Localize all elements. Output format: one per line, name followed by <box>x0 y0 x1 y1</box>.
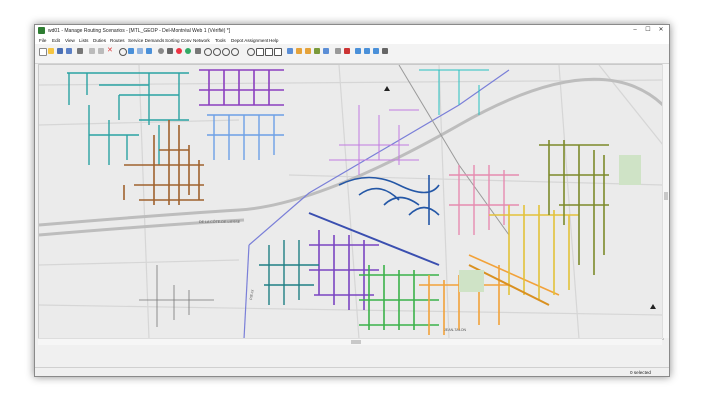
zoom-in-icon[interactable] <box>204 48 212 56</box>
horizontal-scrollbar[interactable] <box>38 338 662 345</box>
route-purple[interactable] <box>199 69 284 106</box>
route-brown[interactable] <box>123 120 204 205</box>
sequence-icon[interactable] <box>314 48 320 54</box>
save-as-icon[interactable] <box>66 48 72 54</box>
close-button[interactable]: ✕ <box>655 26 667 35</box>
zoom-out-icon[interactable] <box>213 48 221 56</box>
app-window: wd01 - Manage Routing Scenarios - [MTL_G… <box>34 24 670 377</box>
menu-edit[interactable]: Edit <box>52 38 60 43</box>
grid-icon[interactable] <box>167 48 173 54</box>
route-dark-teal[interactable] <box>259 240 319 305</box>
select-icon[interactable] <box>128 48 134 54</box>
menu-file[interactable]: File <box>39 38 46 43</box>
search-icon[interactable] <box>119 48 127 56</box>
status-bar: 0 selected <box>35 367 669 376</box>
menu-help[interactable]: Help <box>269 38 278 43</box>
bottom-panel <box>35 345 669 367</box>
print-icon[interactable] <box>77 48 83 54</box>
zoom-extent-icon[interactable] <box>222 48 230 56</box>
menu-tools[interactable]: Tools <box>215 38 226 43</box>
table-icon[interactable] <box>146 48 152 54</box>
stats-icon[interactable] <box>323 48 329 54</box>
zoom-prev-icon[interactable] <box>231 48 239 56</box>
menu-duties[interactable]: Duties <box>93 38 106 43</box>
menu-depot-assignment[interactable]: Depot Assignment <box>231 38 268 43</box>
report-icon[interactable] <box>265 48 273 56</box>
map-canvas[interactable]: DE LA CÔTE-DE-LIESSE JEAN-TALON PIE-IX <box>39 65 663 339</box>
undo-icon[interactable] <box>89 48 95 54</box>
build-icon[interactable] <box>296 48 302 54</box>
menu-routes[interactable]: Routes <box>110 38 125 43</box>
route-corridor-blue[interactable] <box>308 212 440 266</box>
menu-sorting-conv[interactable]: Sorting Conv <box>165 38 192 43</box>
vertical-scrollbar[interactable] <box>662 64 669 338</box>
redo-icon[interactable] <box>98 48 104 54</box>
open-icon[interactable] <box>48 48 54 54</box>
map-icon[interactable] <box>185 48 191 54</box>
flag-icon[interactable] <box>382 48 388 54</box>
color-icon[interactable] <box>176 48 182 54</box>
save-icon[interactable] <box>57 48 63 54</box>
park-area <box>459 270 484 292</box>
stop-points-grey[interactable] <box>139 265 214 327</box>
route-green[interactable] <box>359 265 439 330</box>
balance-icon[interactable] <box>305 48 311 54</box>
scroll-thumb[interactable] <box>351 340 361 344</box>
menu-lists[interactable]: Lists <box>79 38 88 43</box>
minimize-button[interactable]: – <box>629 26 641 35</box>
route-icon[interactable] <box>287 48 293 54</box>
route-orange[interactable] <box>419 254 560 335</box>
route-teal[interactable] <box>67 72 189 165</box>
scroll-thumb[interactable] <box>664 192 668 200</box>
pan-icon[interactable] <box>195 48 201 54</box>
map-view[interactable]: DE LA CÔTE-DE-LIESSE JEAN-TALON PIE-IX <box>38 64 664 340</box>
settings-icon[interactable] <box>158 48 164 54</box>
road-label: DE LA CÔTE-DE-LIESSE <box>199 219 241 224</box>
menu-network[interactable]: Network <box>193 38 210 43</box>
filter-icon[interactable] <box>355 48 361 54</box>
selection-count: 0 selected <box>630 370 651 375</box>
new-icon[interactable] <box>39 48 47 56</box>
route-navy[interactable] <box>338 175 440 225</box>
delete-icon[interactable]: ✕ <box>107 47 113 54</box>
app-icon <box>38 27 45 34</box>
route-olive[interactable] <box>539 140 609 275</box>
maximize-button[interactable]: ☐ <box>642 26 654 35</box>
funnel-icon[interactable] <box>373 48 379 54</box>
pin-icon[interactable] <box>344 48 350 54</box>
route-light-blue[interactable] <box>207 114 284 160</box>
info-icon[interactable] <box>247 48 255 56</box>
tools-icon[interactable] <box>335 48 341 54</box>
park-area <box>619 155 641 185</box>
menu-bar: File Edit View Lists Duties Routes Servi… <box>35 36 669 44</box>
road-label: JEAN-TALON <box>444 328 467 332</box>
menu-view[interactable]: View <box>65 38 75 43</box>
chart-icon[interactable] <box>274 48 282 56</box>
title-bar: wd01 - Manage Routing Scenarios - [MTL_G… <box>35 25 669 36</box>
menu-service-demands[interactable]: Service Demands <box>128 38 164 43</box>
table-view-icon[interactable] <box>256 48 264 56</box>
road-label: PIE-IX <box>249 289 255 301</box>
sort-icon[interactable] <box>364 48 370 54</box>
layers-icon[interactable] <box>137 48 143 54</box>
window-title: wd01 - Manage Routing Scenarios - [MTL_G… <box>48 28 231 34</box>
toolbar: ✕ <box>35 44 669 64</box>
